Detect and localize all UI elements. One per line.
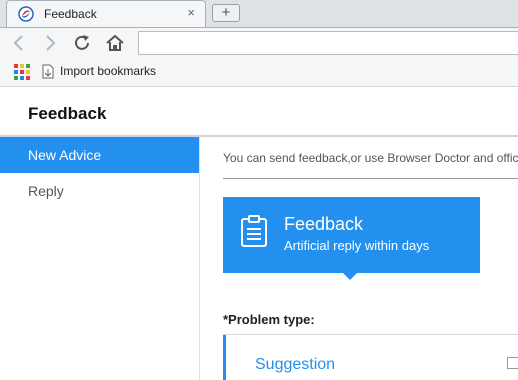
option-accent-bar: [223, 335, 226, 380]
back-arrow-icon[interactable]: [7, 32, 31, 54]
tab-title: Feedback: [44, 7, 97, 21]
tab-close-icon[interactable]: ×: [187, 5, 195, 20]
bookmarks-bar: Import bookmarks: [0, 58, 518, 87]
clipboard-icon: [241, 215, 267, 247]
home-icon[interactable]: [103, 32, 127, 54]
new-tab-button[interactable]: +: [212, 4, 240, 22]
forward-arrow-icon[interactable]: [38, 32, 62, 54]
problem-type-label: *Problem type:: [223, 312, 315, 327]
import-bookmarks-label: Import bookmarks: [60, 64, 157, 78]
problem-option-suggestion[interactable]: Suggestion: [223, 334, 518, 380]
feedback-card-title: Feedback: [284, 214, 364, 234]
import-bookmarks-link[interactable]: Import bookmarks: [42, 64, 156, 79]
sidebar-item-reply[interactable]: Reply: [0, 173, 199, 209]
browser-tab[interactable]: Feedback ×: [6, 0, 206, 27]
card-pointer: [343, 273, 357, 280]
page-header: Feedback: [0, 87, 518, 137]
notice-text: You can send feedback,or use Browser Doc…: [223, 151, 518, 165]
reload-icon[interactable]: [70, 32, 94, 54]
feedback-card[interactable]: Feedback Artificial reply within days: [223, 197, 480, 280]
feedback-card-subtitle: Artificial reply within days: [284, 238, 430, 253]
browser-toolbar: [0, 28, 518, 58]
browser-logo-icon: [18, 6, 34, 22]
import-file-icon: [42, 64, 54, 79]
page-title: Feedback: [28, 104, 107, 123]
notice-divider: [223, 178, 518, 179]
tab-strip: Feedback × +: [0, 0, 518, 28]
sidebar: New Advice Reply: [0, 137, 200, 380]
option-checkbox[interactable]: [507, 357, 518, 369]
sidebar-item-new-advice[interactable]: New Advice: [0, 137, 199, 173]
option-label[interactable]: Suggestion: [255, 356, 335, 374]
address-bar[interactable]: [138, 31, 518, 55]
apps-grid-icon[interactable]: [14, 64, 30, 80]
main-panel: You can send feedback,or use Browser Doc…: [201, 137, 518, 380]
